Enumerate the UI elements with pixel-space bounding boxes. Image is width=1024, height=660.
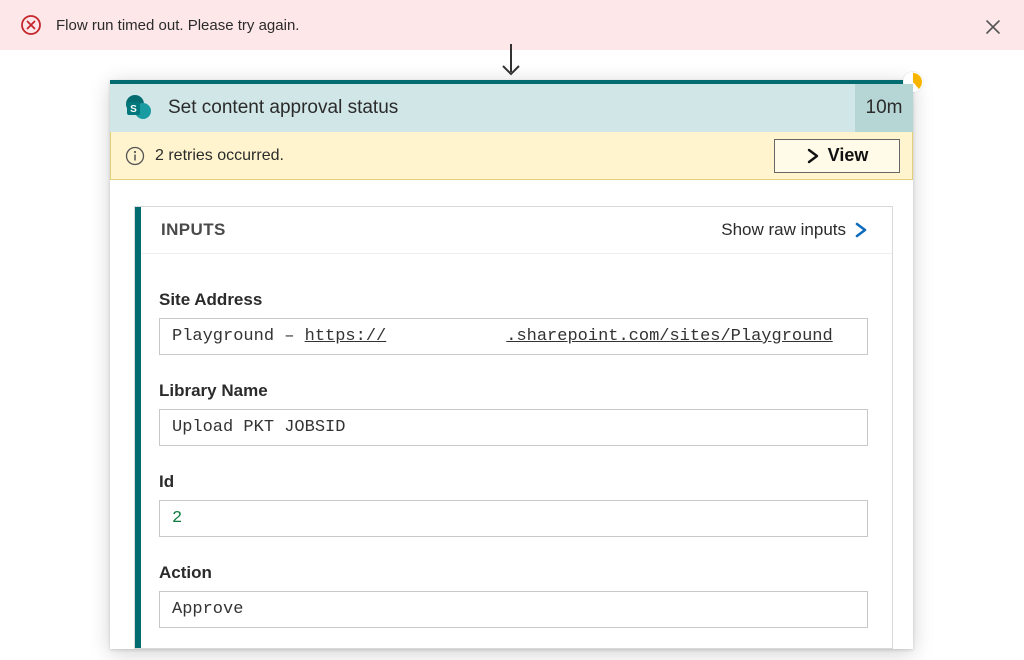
action-card: S Set content approval status 10m 2 retr… [110,80,913,649]
retry-text: 2 retries occurred. [155,147,764,165]
field-label-id: Id [159,472,868,492]
error-message: Flow run timed out. Please try again. [56,17,299,34]
field-value-id: 2 [159,500,868,537]
card-duration: 10m [855,84,913,132]
view-button-label: View [828,145,869,166]
field-label-action: Action [159,563,868,583]
field-label-library-name: Library Name [159,381,868,401]
inputs-section-label: INPUTS [161,220,721,240]
site-address-url: https://.sharepoint.com/sites/Playground [305,327,833,346]
svg-text:S: S [130,104,137,115]
chevron-right-icon [806,148,820,164]
field-value-site-address: Playground – https://.sharepoint.com/sit… [159,318,868,355]
chevron-right-icon [854,221,868,239]
view-button[interactable]: View [774,139,900,173]
site-address-prefix: Playground – [172,327,305,346]
card-header[interactable]: S Set content approval status 10m [110,84,913,132]
flow-arrow-icon [497,42,525,82]
inputs-section: INPUTS Show raw inputs Site Address Play… [134,206,893,649]
retry-notice: 2 retries occurred. View [110,132,913,180]
show-raw-inputs-link[interactable]: Show raw inputs [721,220,868,240]
field-value-action: Approve [159,591,868,628]
info-icon [125,146,145,166]
show-raw-inputs-label: Show raw inputs [721,220,846,240]
inputs-section-header: INPUTS Show raw inputs [135,207,892,254]
field-label-site-address: Site Address [159,290,868,310]
card-title: Set content approval status [168,97,855,119]
error-icon [20,14,42,36]
sharepoint-icon: S [110,84,168,132]
section-accent [135,207,141,648]
close-icon[interactable] [980,14,1006,40]
field-value-library-name: Upload PKT JOBSID [159,409,868,446]
